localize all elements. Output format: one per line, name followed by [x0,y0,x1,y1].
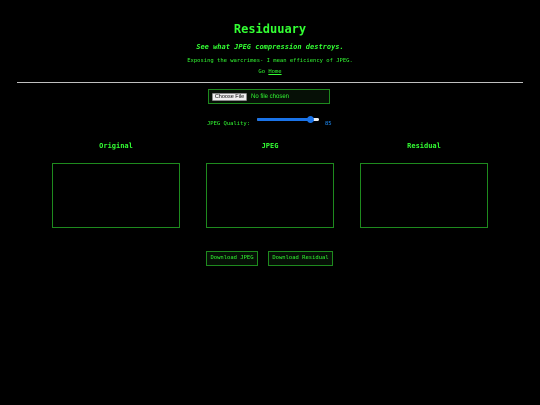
slider-thumb[interactable] [306,116,314,123]
home-link[interactable]: Home [268,69,281,75]
residual-label: Residual [407,142,441,150]
page-tagline: Exposing the warcrimes- I mean efficienc… [187,58,353,64]
quality-label: JPEG Quality: [207,121,251,127]
residual-canvas [360,163,488,228]
download-residual-button[interactable]: Download Residual [268,251,333,266]
quality-value: 85 [325,121,332,127]
download-jpeg-button[interactable]: Download JPEG [206,251,258,266]
page-title: Residuuary [233,22,307,36]
original-label: Original [99,142,133,150]
file-input[interactable]: Choose File No file chosen [208,89,330,104]
jpeg-label: JPEG [261,142,279,150]
slider-fill [257,118,310,121]
file-status-text: No file chosen [251,94,290,100]
header-divider [17,82,523,83]
page-subtitle: See what JPEG compression destroys. [196,43,344,51]
nav-prefix: Go [258,69,269,75]
choose-file-button[interactable]: Choose File [212,93,247,101]
quality-slider[interactable] [257,116,319,123]
jpeg-canvas [206,163,334,228]
home-nav: Go Home [0,69,540,75]
original-canvas [52,163,180,228]
